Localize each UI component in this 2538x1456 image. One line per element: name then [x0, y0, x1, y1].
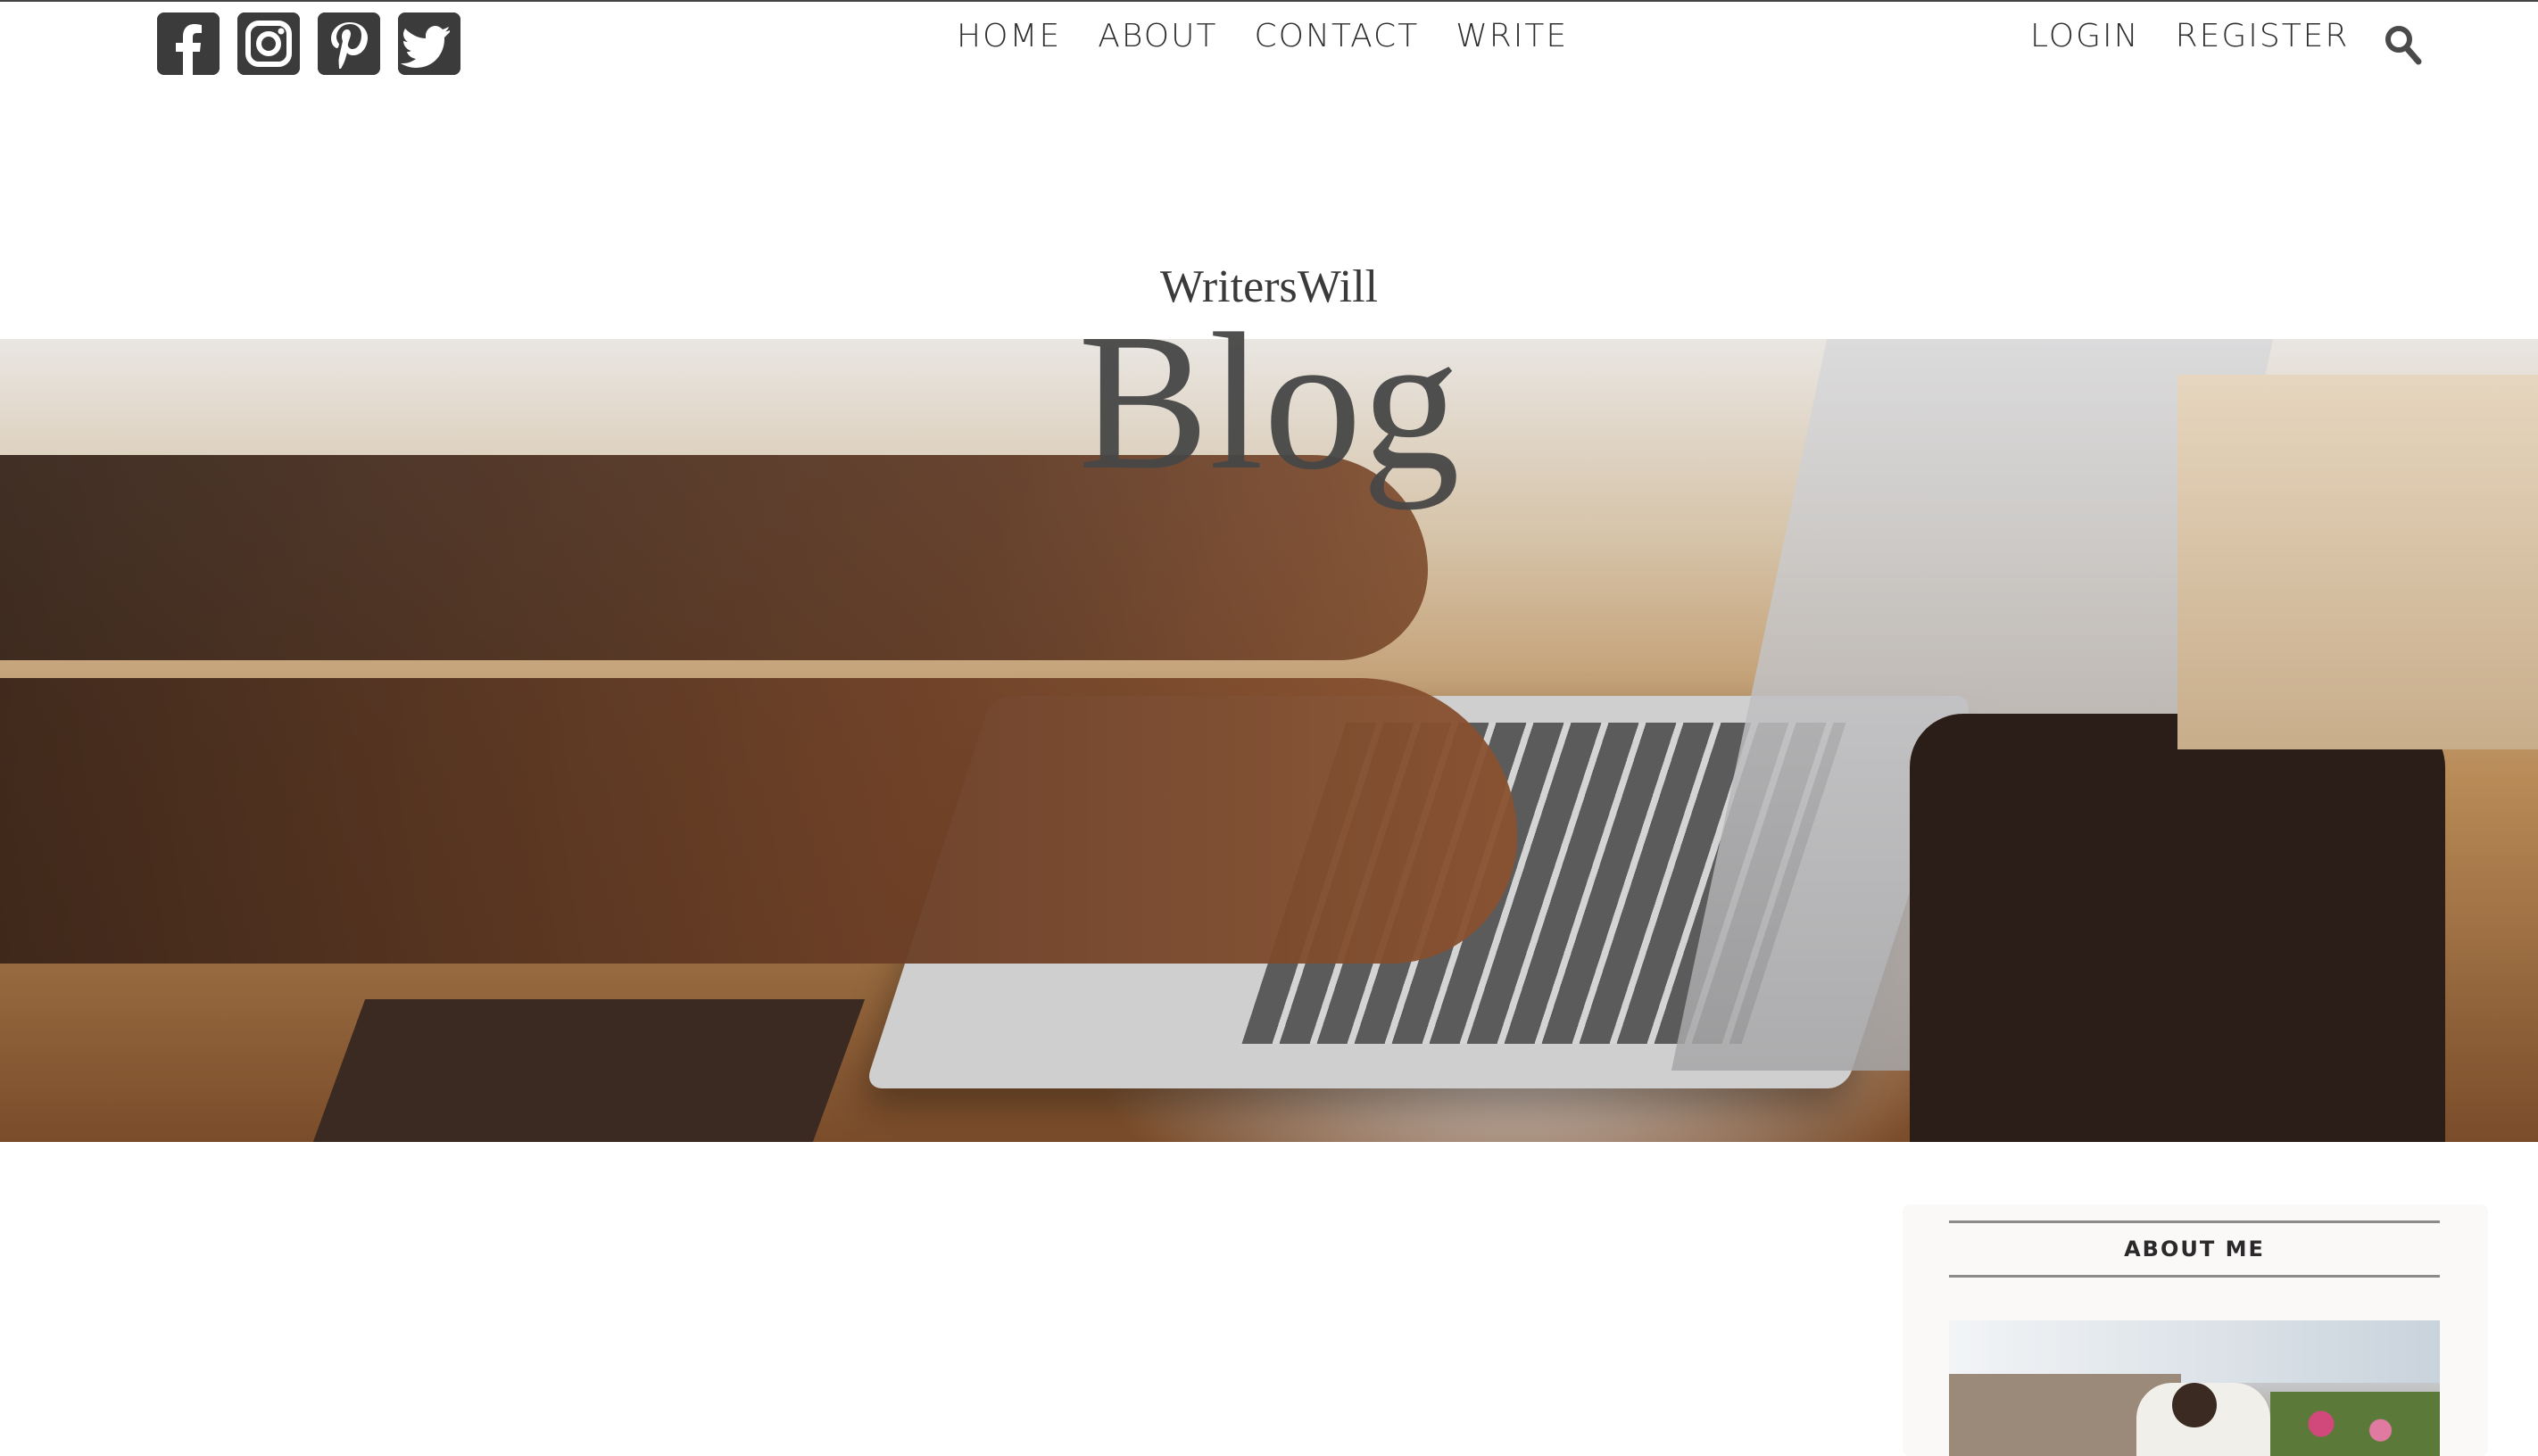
nav-home[interactable]: HOME: [957, 18, 1061, 54]
about-me-photo: [1949, 1320, 2440, 1456]
about-me-title: ABOUT ME: [1949, 1220, 2440, 1278]
social-links: [157, 12, 460, 75]
auth-links: LOGIN REGISTER: [2030, 18, 2349, 54]
twitter-icon[interactable]: [398, 12, 460, 75]
page-title: Blog: [1078, 293, 1460, 510]
instagram-icon[interactable]: [237, 12, 300, 75]
nav-about[interactable]: ABOUT: [1098, 18, 1217, 54]
search-icon[interactable]: [2383, 23, 2422, 66]
about-me-widget: ABOUT ME: [1903, 1204, 2488, 1456]
pinterest-icon[interactable]: [318, 12, 380, 75]
top-border: [0, 0, 2538, 2]
nav-write[interactable]: WRITE: [1456, 18, 1568, 54]
facebook-icon[interactable]: [157, 12, 220, 75]
login-link[interactable]: LOGIN: [2030, 18, 2140, 54]
register-link[interactable]: REGISTER: [2176, 18, 2350, 54]
nav-contact[interactable]: CONTACT: [1254, 18, 1419, 54]
main-nav: HOME ABOUT CONTACT WRITE: [957, 18, 1568, 54]
